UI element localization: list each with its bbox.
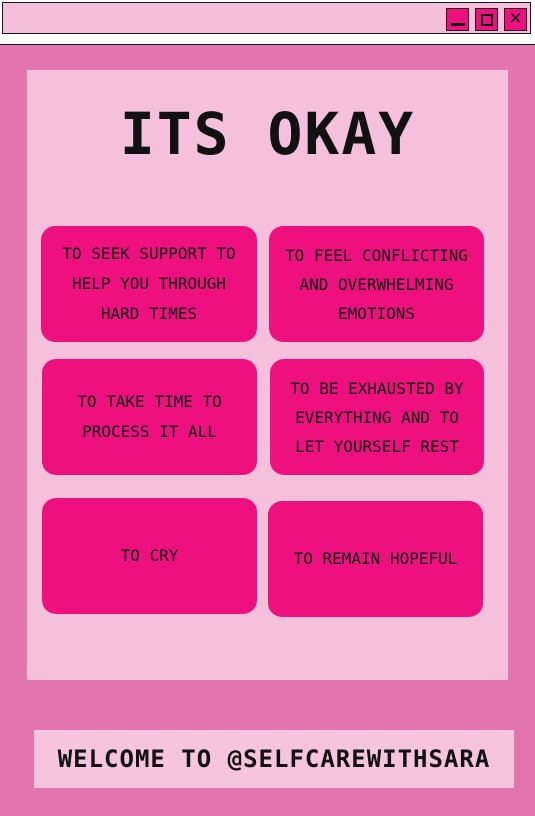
minimize-icon bbox=[450, 23, 465, 26]
close-button[interactable]: ✕ bbox=[504, 8, 527, 31]
affirmation-card: TO FEEL CONFLICTING AND OVERWHELMING EMO… bbox=[269, 226, 484, 342]
affirmation-text: TO REMAIN HOPEFUL bbox=[293, 549, 458, 568]
maximize-icon bbox=[480, 13, 493, 26]
affirmation-text: TO SEEK SUPPORT TO HELP YOU THROUGH HARD… bbox=[62, 244, 236, 323]
affirmation-text: TO FEEL CONFLICTING AND OVERWHELMING EMO… bbox=[284, 245, 469, 323]
footer-banner: WELCOME TO @SELFCAREWITHSARA bbox=[34, 730, 514, 788]
affirmation-text: TO BE EXHAUSTED BY EVERYTHING AND TO LET… bbox=[290, 378, 464, 456]
affirmation-card: TO REMAIN HOPEFUL bbox=[268, 501, 483, 617]
affirmation-card: TO BE EXHAUSTED BY EVERYTHING AND TO LET… bbox=[270, 359, 484, 475]
page-title: ITS OKAY bbox=[119, 100, 416, 168]
affirmation-card: TO CRY bbox=[42, 498, 257, 614]
minimize-button[interactable] bbox=[446, 8, 469, 31]
affirmation-card: TO SEEK SUPPORT TO HELP YOU THROUGH HARD… bbox=[41, 226, 257, 342]
affirmation-text: TO TAKE TIME TO PROCESS IT ALL bbox=[77, 392, 222, 441]
close-icon: ✕ bbox=[508, 9, 523, 29]
window-titlebar: ✕ bbox=[2, 2, 531, 34]
affirmation-text: TO CRY bbox=[120, 546, 179, 565]
affirmation-card: TO TAKE TIME TO PROCESS IT ALL bbox=[42, 359, 257, 475]
footer-text: WELCOME TO @SELFCAREWITHSARA bbox=[57, 745, 491, 773]
maximize-button[interactable] bbox=[475, 8, 498, 31]
